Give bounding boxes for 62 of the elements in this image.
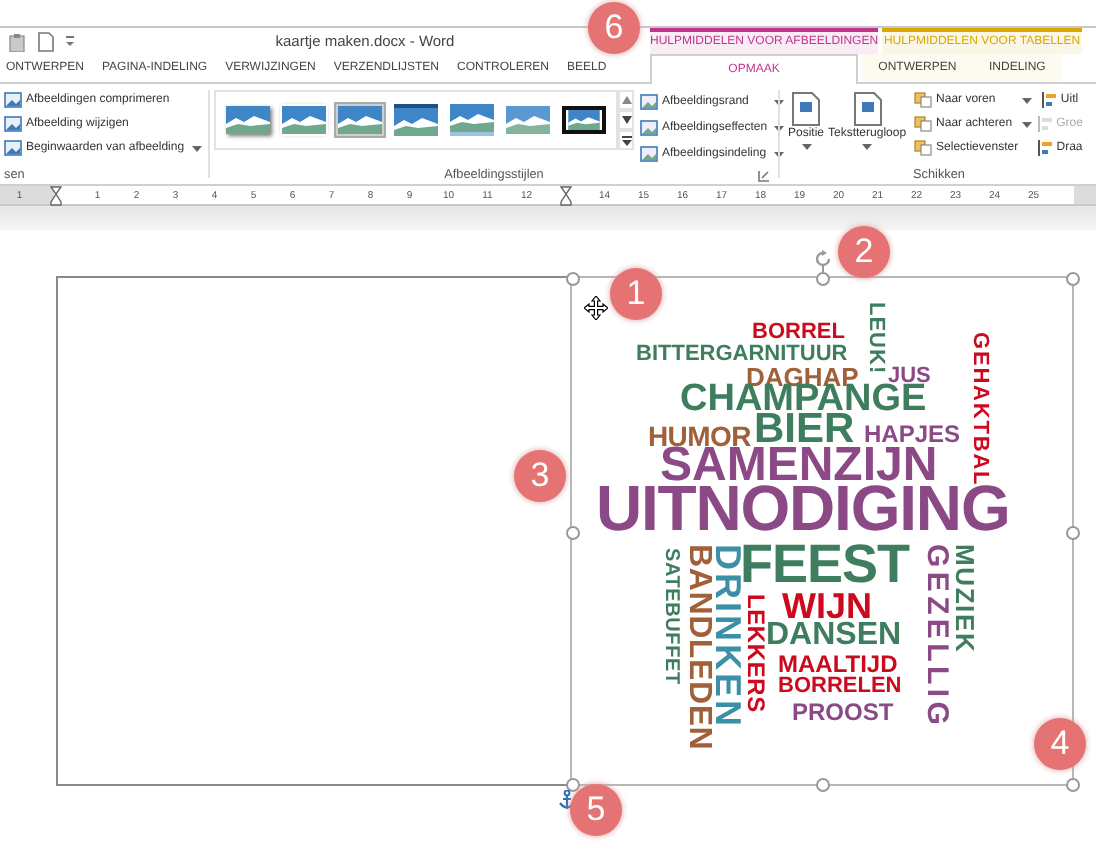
cloud-word: MAALTIJD	[778, 652, 898, 676]
picture-icon	[640, 94, 658, 110]
page-icon	[853, 92, 882, 126]
cloud-word: FEEST	[740, 538, 910, 592]
step-marker: 2	[838, 226, 890, 278]
document-icon[interactable]	[38, 31, 54, 51]
cloud-word: HAPJES	[864, 422, 961, 446]
cloud-word: DANSEN	[766, 620, 902, 652]
align-icon	[1038, 116, 1055, 132]
cloud-word: BIER	[754, 408, 855, 450]
picture-icon	[4, 92, 22, 108]
caret-icon[interactable]	[1022, 97, 1033, 103]
dialog-launcher-icon[interactable]	[758, 169, 770, 181]
indent-marker-icon[interactable]	[50, 186, 62, 206]
resize-handle[interactable]	[1066, 525, 1080, 539]
more-button[interactable]	[618, 130, 634, 150]
picture-icon	[640, 146, 658, 162]
rotate-handle[interactable]	[814, 250, 832, 274]
picture-style-option[interactable]	[558, 102, 610, 138]
cloud-word: BORREL	[752, 322, 845, 344]
step-marker: 4	[1034, 718, 1086, 770]
cloud-word: GEZELLIG	[922, 544, 952, 730]
resize-handle[interactable]	[1066, 272, 1080, 286]
picture-style-option[interactable]	[390, 100, 442, 140]
resize-handle[interactable]	[816, 272, 830, 286]
cloud-word: BANDLEDEN	[682, 544, 714, 751]
resize-handle[interactable]	[566, 525, 580, 539]
cloud-word: GEHAKTBAL	[968, 332, 990, 487]
cloud-word: DRINKEN	[710, 544, 746, 730]
cloud-word: PROOST	[792, 700, 894, 724]
step-marker: 6	[588, 2, 640, 54]
step-marker: 3	[514, 450, 566, 502]
cloud-word: BITTERGARNITUUR	[636, 344, 848, 366]
cloud-word: HUMOR	[648, 422, 751, 450]
cloud-word: LEKKERS	[744, 594, 768, 713]
page-icon	[792, 92, 820, 126]
resize-handle[interactable]	[816, 778, 830, 792]
picture-icon	[640, 120, 658, 136]
caret-icon[interactable]	[191, 145, 202, 151]
resize-handle[interactable]	[1066, 778, 1080, 792]
cloud-word: LEUK!	[864, 302, 886, 375]
scroll-down-button[interactable]	[618, 110, 634, 130]
resize-handle[interactable]	[566, 272, 580, 286]
resize-handle[interactable]	[566, 778, 580, 792]
move-icon	[584, 296, 608, 320]
step-marker: 1	[610, 268, 662, 320]
clipboard-icon[interactable]	[8, 31, 28, 51]
step-marker: 5	[570, 784, 622, 836]
caret-icon[interactable]	[862, 144, 873, 150]
indent-marker-icon[interactable]	[560, 186, 572, 206]
align-icon	[1042, 92, 1059, 108]
caret-icon[interactable]	[64, 35, 76, 47]
cloud-word: WIJN	[782, 588, 872, 624]
align-icon	[1038, 140, 1055, 156]
caret-icon[interactable]	[801, 144, 811, 150]
cloud-word: BORRELEN	[778, 676, 902, 698]
picture-icon	[4, 116, 22, 132]
cloud-word: MUZIEK	[952, 544, 978, 654]
picture-icon	[4, 140, 22, 156]
caret-icon[interactable]	[1022, 121, 1033, 127]
anchor-icon[interactable]	[558, 790, 576, 810]
cloud-word: SATEBUFFET	[660, 548, 680, 685]
